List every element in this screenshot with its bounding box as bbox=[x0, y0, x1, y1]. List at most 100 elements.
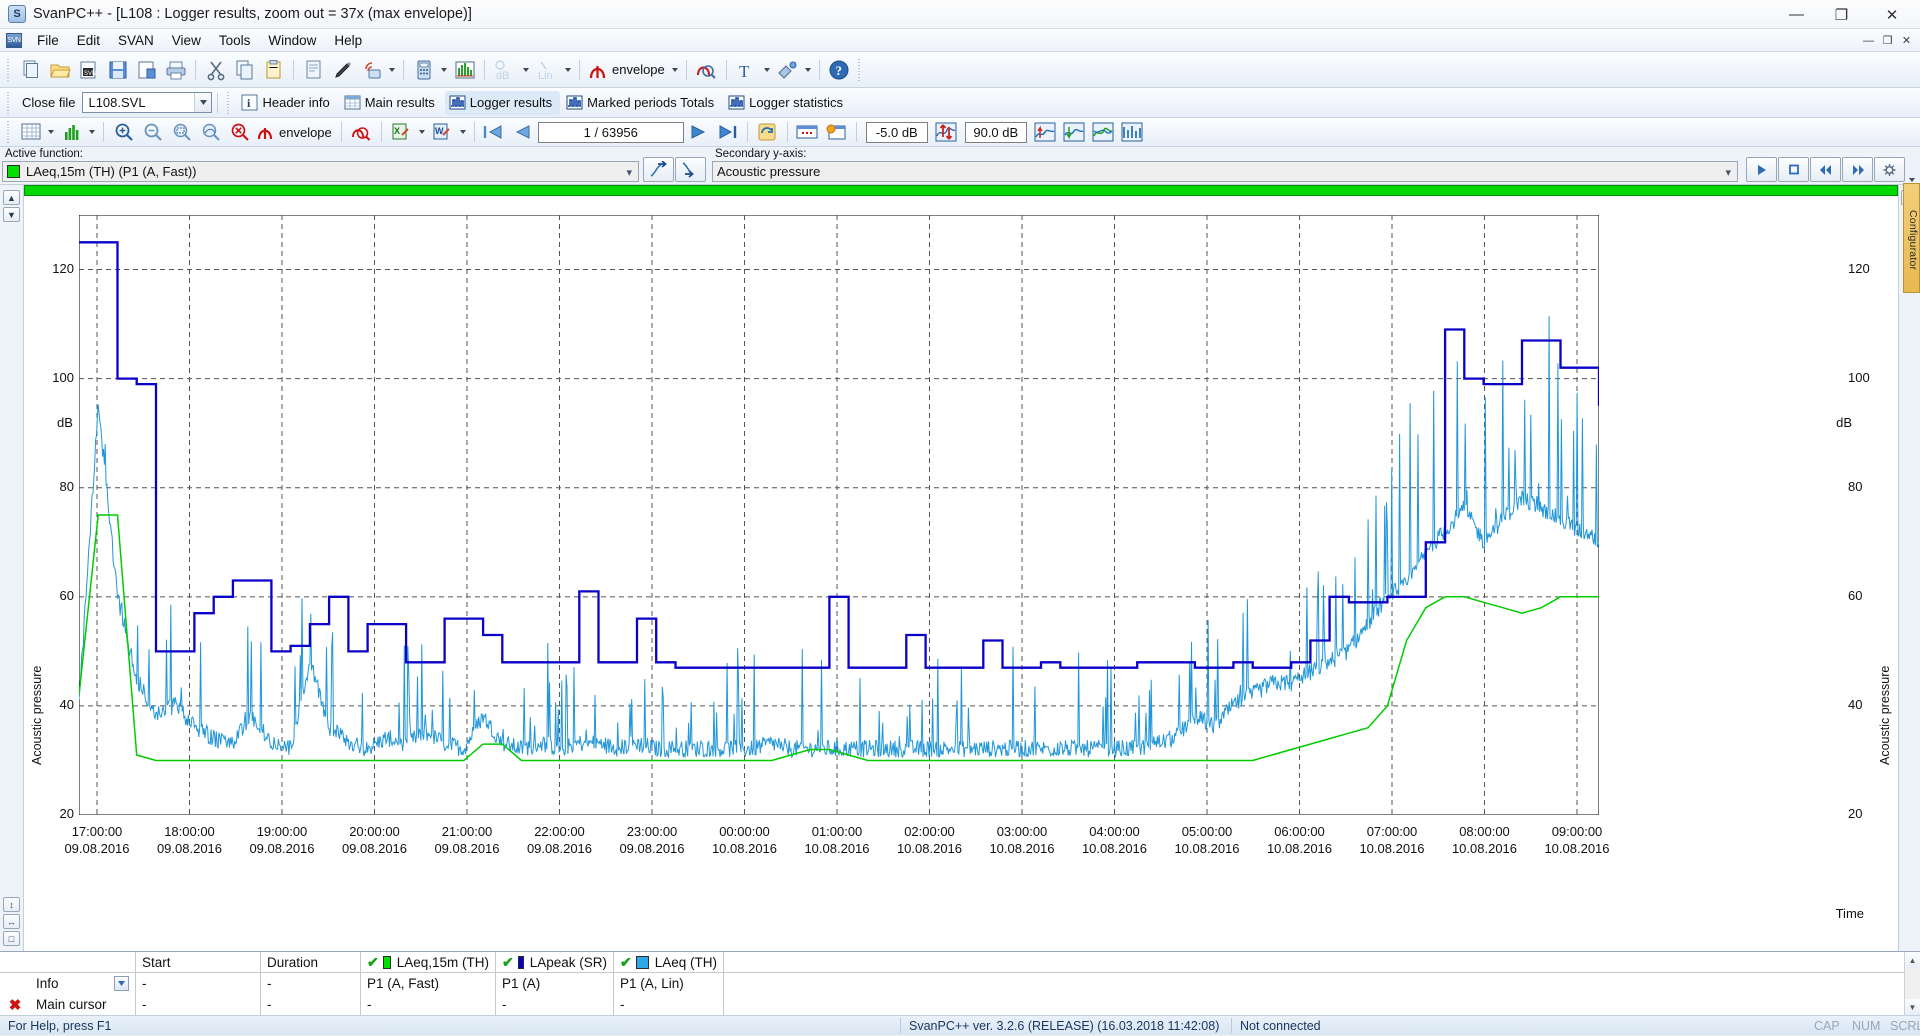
reset-scale-icon[interactable] bbox=[1119, 119, 1146, 145]
envelope-icon[interactable]: envelope bbox=[586, 57, 668, 83]
zoom-envelope-icon[interactable] bbox=[693, 57, 720, 83]
mdi-close-button[interactable]: ✕ bbox=[1897, 31, 1916, 50]
toolbar-grip-end[interactable] bbox=[857, 59, 864, 81]
save-icon[interactable] bbox=[104, 57, 131, 83]
chevron-down-icon[interactable] bbox=[48, 130, 54, 134]
logger-statistics-button[interactable]: Logger statistics bbox=[724, 91, 851, 115]
chevron-down-icon[interactable] bbox=[419, 130, 425, 134]
settings-window-icon[interactable] bbox=[823, 119, 850, 145]
scale-up-button[interactable]: ▲ bbox=[3, 190, 20, 205]
chevron-down-icon[interactable] bbox=[389, 68, 395, 72]
scroll-up-icon[interactable]: ▲ bbox=[1905, 952, 1920, 968]
legend-item-2[interactable]: ✔ LApeak (SR) bbox=[495, 952, 613, 973]
lin-weighting-icon[interactable]: Lin bbox=[533, 57, 561, 83]
file-toolbar-grip[interactable] bbox=[6, 92, 13, 114]
active-function-combo[interactable]: LAeq,15m (TH) (P1 (A, Fast)) ▾ bbox=[2, 161, 639, 182]
export-excel-icon[interactable]: X bbox=[388, 119, 415, 145]
nav-toolbar-grip[interactable] bbox=[6, 121, 13, 143]
play-button[interactable] bbox=[1746, 157, 1777, 182]
menu-help[interactable]: Help bbox=[325, 31, 371, 50]
header-info-button[interactable]: i Header info bbox=[237, 91, 337, 115]
calculator-icon[interactable] bbox=[410, 57, 437, 83]
zoom-reset-icon[interactable] bbox=[197, 119, 224, 145]
fast-forward-button[interactable] bbox=[1842, 157, 1873, 182]
legend-item-1[interactable]: ✔ LAeq,15m (TH) bbox=[360, 952, 495, 973]
zoom-in-icon[interactable] bbox=[110, 119, 137, 145]
marked-periods-totals-button[interactable]: Marked periods Totals bbox=[562, 91, 722, 115]
chevron-down-icon[interactable] bbox=[523, 68, 529, 72]
copy-icon[interactable] bbox=[231, 57, 258, 83]
zoom-out-icon[interactable] bbox=[139, 119, 166, 145]
chevron-down-icon[interactable] bbox=[672, 68, 678, 72]
last-record-icon[interactable] bbox=[714, 119, 741, 145]
y-scale-icon[interactable] bbox=[933, 119, 960, 145]
menu-view[interactable]: View bbox=[163, 31, 210, 50]
span-db-field[interactable]: 90.0 dB bbox=[965, 122, 1027, 143]
marker-icon[interactable] bbox=[329, 57, 356, 83]
menu-file[interactable]: File bbox=[28, 31, 68, 50]
offset-db-field[interactable]: -5.0 dB bbox=[866, 122, 928, 143]
paste-icon[interactable] bbox=[260, 57, 287, 83]
mdi-minimize-button[interactable]: — bbox=[1859, 31, 1878, 50]
zoom-envelope-icon[interactable] bbox=[348, 119, 375, 145]
menu-edit[interactable]: Edit bbox=[68, 31, 109, 50]
first-record-icon[interactable] bbox=[481, 119, 508, 145]
chevron-down-icon[interactable]: ▾ bbox=[1725, 166, 1731, 179]
menu-window[interactable]: Window bbox=[259, 31, 325, 50]
envelope-icon[interactable]: envelope bbox=[255, 119, 335, 145]
chevron-down-icon[interactable] bbox=[805, 68, 811, 72]
db-weighting-icon[interactable]: dB bbox=[491, 57, 519, 83]
menu-tools[interactable]: Tools bbox=[210, 31, 260, 50]
help-icon[interactable]: ? bbox=[826, 57, 853, 83]
zoom-region-icon[interactable] bbox=[168, 119, 195, 145]
open-folder-icon[interactable] bbox=[46, 57, 73, 83]
new-file-icon[interactable] bbox=[17, 57, 44, 83]
chevron-down-icon[interactable] bbox=[460, 130, 466, 134]
record-position-field[interactable]: 1 / 63956 bbox=[538, 122, 684, 143]
table-row[interactable]: Info - - P1 (A, Fast) P1 (A) P1 (A, Lin) bbox=[0, 973, 1920, 994]
chevron-down-icon[interactable] bbox=[764, 68, 770, 72]
fit-all-button[interactable]: □ bbox=[3, 931, 20, 946]
next-record-icon[interactable] bbox=[685, 119, 712, 145]
stop-button[interactable] bbox=[1778, 157, 1809, 182]
move-to-secondary-icon[interactable] bbox=[643, 157, 674, 182]
spectrum-icon[interactable] bbox=[451, 57, 478, 83]
cut-icon[interactable] bbox=[202, 57, 229, 83]
fit-horizontal-button[interactable]: ↔ bbox=[3, 914, 20, 929]
zoom-cancel-icon[interactable] bbox=[226, 119, 253, 145]
secondary-axis-combo[interactable]: Acoustic pressure ▾ bbox=[712, 161, 1738, 182]
report-icon[interactable] bbox=[300, 57, 327, 83]
markers-icon[interactable] bbox=[794, 119, 821, 145]
logger-results-button[interactable]: Logger results bbox=[445, 91, 560, 115]
menu-svan[interactable]: SVAN bbox=[109, 31, 163, 50]
dropdown-icon[interactable] bbox=[114, 976, 129, 991]
check-icon[interactable]: ✔ bbox=[367, 954, 379, 971]
gear-icon[interactable] bbox=[1874, 157, 1905, 182]
configurator-tab[interactable]: Configurator bbox=[1903, 183, 1920, 293]
scale-up-icon[interactable] bbox=[1032, 119, 1059, 145]
file-select-combo[interactable]: L108.SVL bbox=[82, 92, 212, 113]
rewind-button[interactable] bbox=[1810, 157, 1841, 182]
wireless-icon[interactable] bbox=[358, 57, 385, 83]
cursor-x-icon[interactable]: ✖ bbox=[0, 994, 30, 1015]
chevron-down-icon[interactable] bbox=[441, 68, 447, 72]
minimize-button[interactable]: — bbox=[1774, 0, 1819, 29]
refresh-icon[interactable] bbox=[754, 119, 781, 145]
check-icon[interactable]: ✔ bbox=[502, 954, 514, 971]
save-as-icon[interactable] bbox=[133, 57, 160, 83]
plot-area[interactable]: dB Acoustic pressure dB Acoustic pressur… bbox=[24, 185, 1898, 951]
prev-record-icon[interactable] bbox=[510, 119, 537, 145]
chevron-down-icon[interactable] bbox=[565, 68, 571, 72]
chart-plot[interactable] bbox=[79, 215, 1599, 815]
table-scrollbar[interactable]: ▲ ▼ bbox=[1904, 952, 1920, 1015]
print-icon[interactable] bbox=[162, 57, 189, 83]
paint-icon[interactable] bbox=[774, 57, 801, 83]
maximize-button[interactable]: ❐ bbox=[1819, 0, 1864, 29]
chevron-down-icon[interactable] bbox=[1909, 178, 1915, 182]
auto-scale-icon[interactable] bbox=[1090, 119, 1117, 145]
check-icon[interactable]: ✔ bbox=[620, 954, 632, 971]
grid-icon[interactable] bbox=[17, 119, 44, 145]
table-row[interactable]: ✖ Main cursor - - - - - bbox=[0, 994, 1920, 1015]
close-button[interactable]: ✕ bbox=[1864, 0, 1920, 29]
scroll-down-icon[interactable]: ▼ bbox=[1905, 999, 1920, 1015]
